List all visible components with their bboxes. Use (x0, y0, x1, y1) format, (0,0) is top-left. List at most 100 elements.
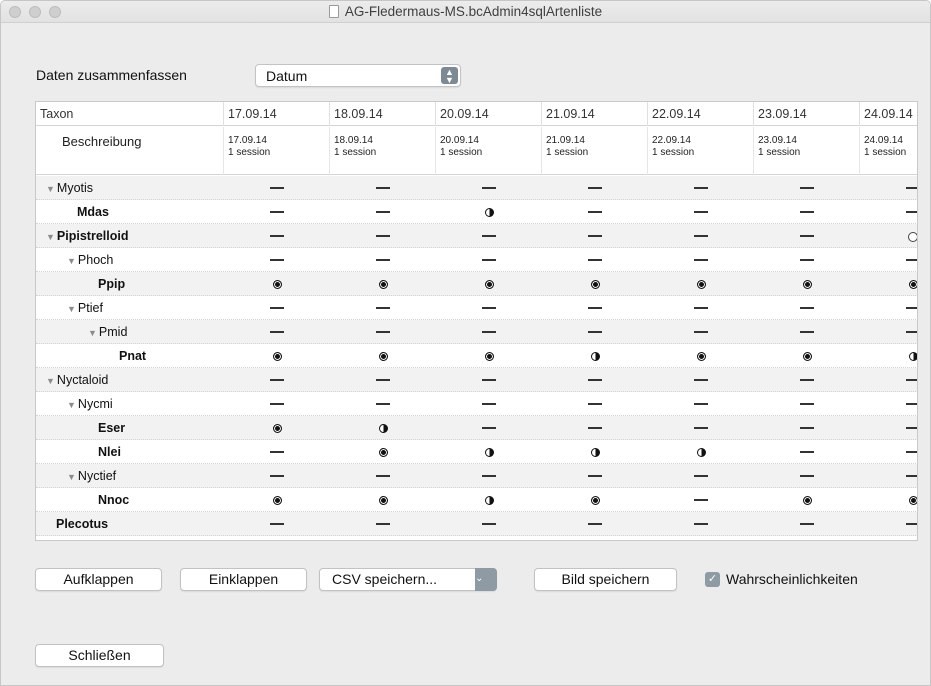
not-detected-dash-icon (376, 258, 390, 261)
disclosure-triangle-icon[interactable]: ▼ (46, 232, 55, 242)
disclosure-triangle-icon[interactable]: ▼ (46, 376, 55, 386)
species-table[interactable]: Taxon 17.09.14 18.09.14 20.09.14 21.09.14 22… (35, 101, 918, 541)
summary-select[interactable]: Datum ▲ ▼ (255, 64, 461, 87)
table-row[interactable]: Eser (36, 416, 917, 440)
value-cell (224, 320, 330, 344)
not-detected-dash-icon (270, 378, 284, 381)
value-cell (436, 368, 542, 392)
table-row[interactable]: ▼ Pmid (36, 320, 917, 344)
value-cell (860, 272, 917, 296)
probable-half-circle-icon (378, 424, 388, 434)
detected-full-circle-icon (802, 280, 812, 290)
not-detected-dash-icon (270, 522, 284, 525)
detected-full-circle-icon (378, 448, 388, 458)
value-cell (224, 224, 330, 248)
table-row[interactable]: Plecotus (36, 512, 917, 536)
description-cell: 23.09.14 1 session (754, 127, 860, 175)
taxon-cell: ▼ Myotis (36, 176, 223, 200)
not-detected-dash-icon (376, 474, 390, 477)
probabilities-checkbox[interactable]: ✓ (705, 572, 720, 587)
probabilities-label[interactable]: Wahrscheinlichkeiten (726, 571, 858, 587)
table-row[interactable]: ▼ Nyctaloid (36, 368, 917, 392)
table-row[interactable]: ▼ Phoch (36, 248, 917, 272)
column-header-date[interactable]: 22.09.14 (648, 102, 754, 126)
table-row[interactable]: ▼ Nycmi (36, 392, 917, 416)
value-cell (860, 320, 917, 344)
value-cell (542, 392, 648, 416)
value-cell (860, 224, 917, 248)
column-header-date[interactable]: 20.09.14 (436, 102, 542, 126)
close-button[interactable]: Schließen (35, 644, 164, 667)
not-detected-dash-icon (800, 522, 814, 525)
not-detected-dash-icon (800, 210, 814, 213)
taxon-cell: ▼ Phoch (36, 248, 223, 272)
table-row[interactable]: Nlei (36, 440, 917, 464)
value-cell (754, 200, 860, 224)
table-row[interactable]: ▼ Ptief (36, 296, 917, 320)
value-cell (860, 416, 917, 440)
detected-full-circle-icon (272, 424, 282, 434)
value-cell (436, 344, 542, 368)
value-cell (754, 344, 860, 368)
value-cell (436, 392, 542, 416)
not-detected-dash-icon (694, 258, 708, 261)
not-detected-dash-icon (906, 330, 917, 333)
column-header-date[interactable]: 21.09.14 (542, 102, 648, 126)
value-cell (436, 440, 542, 464)
detected-full-circle-icon (378, 280, 388, 290)
column-header-taxon[interactable]: Taxon (36, 102, 224, 126)
value-cell (754, 488, 860, 512)
table-row[interactable]: Mdas (36, 200, 917, 224)
value-cell (542, 368, 648, 392)
not-detected-dash-icon (694, 402, 708, 405)
value-cell (224, 200, 330, 224)
value-cell (330, 488, 436, 512)
save-image-button[interactable]: Bild speichern (534, 568, 677, 591)
artenliste-window: AG-Fledermaus-MS.bcAdmin4sqlArtenliste D… (0, 0, 931, 686)
not-detected-dash-icon (588, 330, 602, 333)
expand-button[interactable]: Aufklappen (35, 568, 162, 591)
not-detected-dash-icon (482, 474, 496, 477)
value-cell (542, 176, 648, 200)
value-cell (648, 224, 754, 248)
not-detected-dash-icon (800, 402, 814, 405)
detected-full-circle-icon (590, 280, 600, 290)
column-header-date[interactable]: 24.09.14 (860, 102, 917, 126)
not-detected-dash-icon (588, 378, 602, 381)
taxon-cell: ▼ Nyctief (36, 464, 223, 488)
table-row[interactable]: ▼ Pipistrelloid (36, 224, 917, 248)
disclosure-triangle-icon[interactable]: ▼ (67, 472, 76, 482)
column-header-date[interactable]: 18.09.14 (330, 102, 436, 126)
value-cell (542, 440, 648, 464)
description-cell: 20.09.14 1 session (436, 127, 542, 175)
not-detected-dash-icon (800, 234, 814, 237)
checkmark-icon: ✓ (707, 573, 718, 585)
taxon-name: Nyctief (77, 469, 117, 483)
description-date: 22.09.14 (652, 135, 691, 146)
not-detected-dash-icon (906, 258, 917, 261)
disclosure-triangle-icon[interactable]: ▼ (88, 328, 97, 338)
disclosure-triangle-icon[interactable]: ▼ (67, 256, 76, 266)
value-cell (436, 272, 542, 296)
disclosure-triangle-icon[interactable]: ▼ (67, 304, 76, 314)
not-detected-dash-icon (376, 522, 390, 525)
not-detected-dash-icon (482, 186, 496, 189)
table-row[interactable]: Ppip (36, 272, 917, 296)
value-cell (860, 464, 917, 488)
table-row[interactable]: Pnat (36, 344, 917, 368)
not-detected-dash-icon (270, 210, 284, 213)
table-row[interactable]: ▼ Nyctief (36, 464, 917, 488)
collapse-button[interactable]: Einklappen (180, 568, 307, 591)
value-cell (860, 248, 917, 272)
not-detected-dash-icon (270, 234, 284, 237)
column-header-date[interactable]: 17.09.14 (224, 102, 330, 126)
table-row[interactable]: ▼ Myotis (36, 176, 917, 200)
value-cell (224, 512, 330, 536)
disclosure-triangle-icon[interactable]: ▼ (46, 184, 55, 194)
csv-save-popup[interactable]: CSV speichern... ⌄ (319, 568, 497, 591)
value-cell (436, 200, 542, 224)
value-cell (648, 176, 754, 200)
column-header-date[interactable]: 23.09.14 (754, 102, 860, 126)
table-row[interactable]: Nnoc (36, 488, 917, 512)
disclosure-triangle-icon[interactable]: ▼ (67, 400, 76, 410)
